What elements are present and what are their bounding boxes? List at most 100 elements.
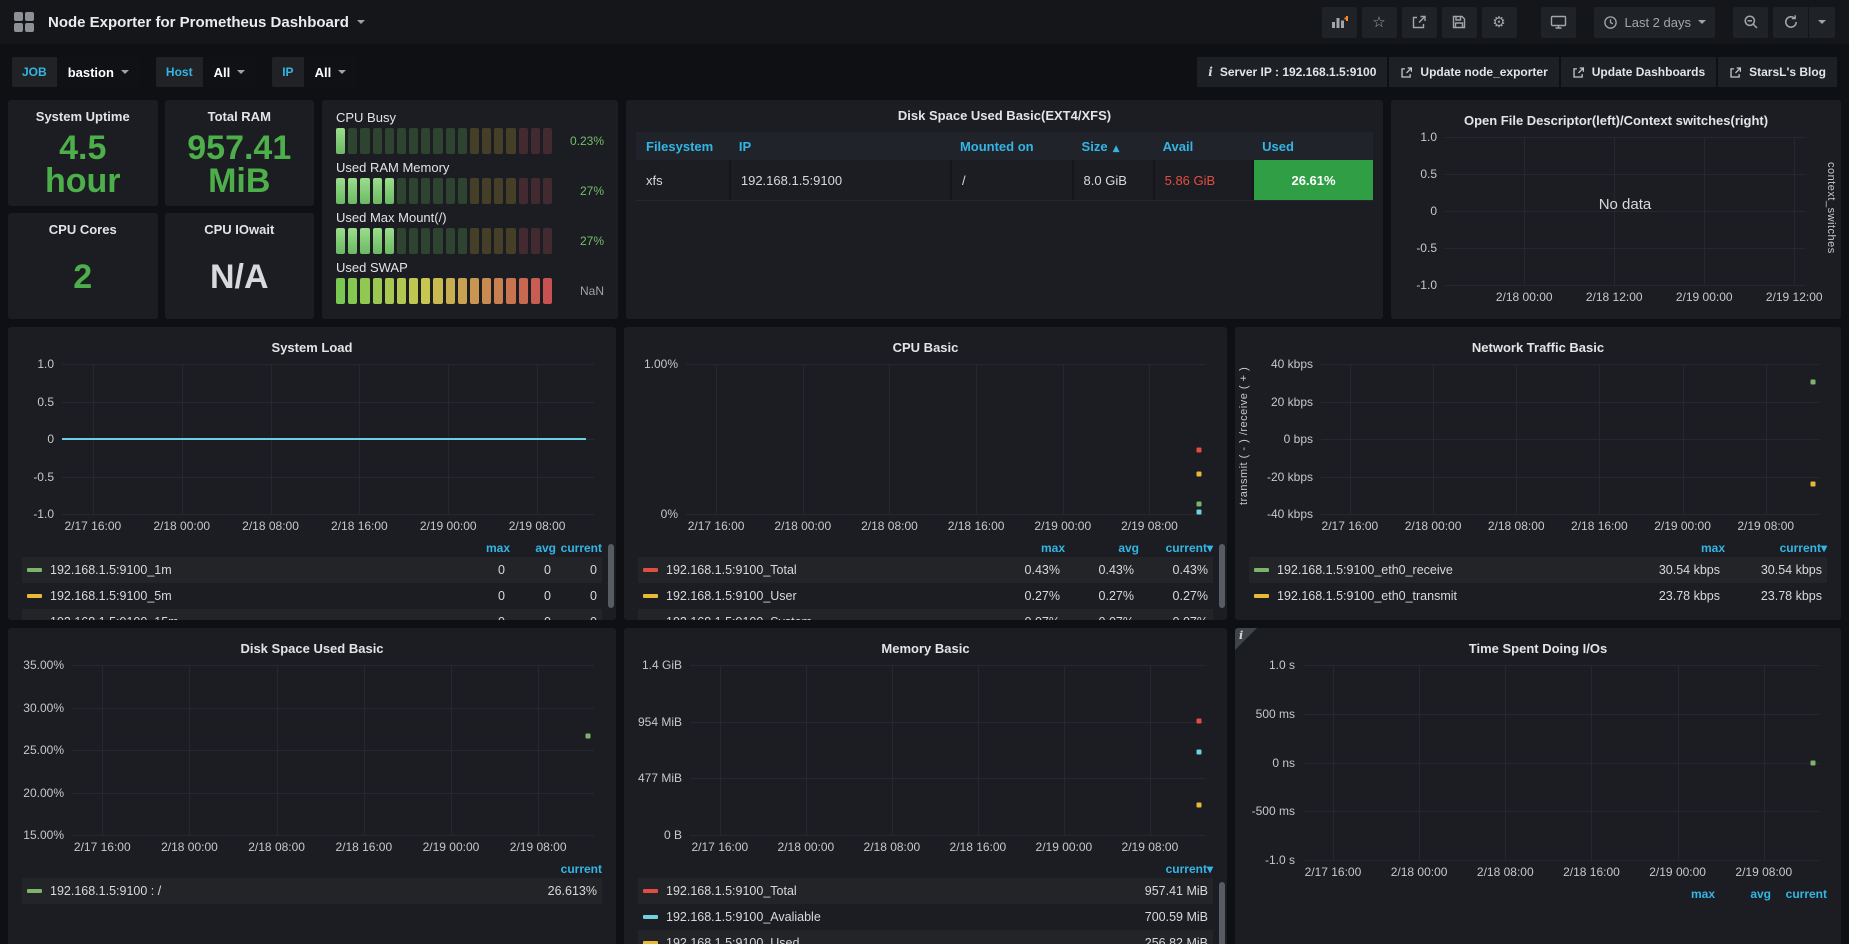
update-dashboards-link[interactable]: Update Dashboards [1560, 57, 1717, 87]
gauge-bar[interactable] [336, 128, 553, 154]
gauge-cell [445, 278, 455, 304]
panel-title[interactable]: System Load [18, 333, 606, 364]
legend-series-label[interactable]: 192.168.1.5:9100_Avaliable [666, 910, 1098, 924]
gridline [1321, 476, 1819, 478]
stat-title[interactable]: CPU Cores [8, 222, 158, 237]
plot-area[interactable] [72, 665, 594, 836]
refresh-button[interactable] [1773, 6, 1808, 38]
legend-sort-max[interactable]: max [991, 541, 1065, 555]
no-data-label: No data [1598, 196, 1652, 214]
legend-sort-max[interactable]: max [1623, 541, 1725, 555]
legend-sort-current[interactable]: current [556, 541, 602, 555]
column-header-mounted-on[interactable]: Mounted on [950, 139, 1072, 154]
legend-sort-max[interactable]: max [464, 541, 510, 555]
filter-job-value[interactable]: bastion [56, 57, 140, 87]
column-header-used[interactable]: Used [1252, 139, 1373, 154]
stat-title[interactable]: CPU IOwait [165, 222, 315, 237]
filter-ip-value[interactable]: All [303, 57, 358, 87]
save-button[interactable] [1441, 6, 1477, 38]
plot-area[interactable]: No data [1445, 137, 1805, 286]
cycle-view-button[interactable] [1540, 6, 1576, 38]
refresh-interval-button[interactable] [1809, 6, 1835, 38]
series-color-swatch[interactable] [27, 568, 42, 572]
legend-sort-avg[interactable]: avg [1065, 541, 1139, 555]
legend-sort-current[interactable]: current▾ [1725, 541, 1827, 555]
server-ip-info[interactable]: i Server IP : 192.168.1.5:9100 [1197, 57, 1388, 87]
x-axis-tick: 2/17 16:00 [691, 840, 749, 854]
panel-title[interactable]: CPU Basic [634, 333, 1217, 364]
plot-area[interactable] [1321, 364, 1819, 515]
series-color-swatch[interactable] [643, 568, 658, 572]
gauge-cell [409, 178, 419, 204]
series-color-swatch[interactable] [643, 889, 658, 893]
series-color-swatch[interactable] [1254, 568, 1269, 572]
legend-sort-current[interactable]: current [492, 862, 602, 876]
column-header-size[interactable]: Size ▲ [1072, 139, 1153, 154]
panel-title[interactable]: Time Spent Doing I/Os [1245, 634, 1831, 665]
star-button[interactable]: ☆ [1361, 6, 1397, 38]
zoom-out-button[interactable] [1733, 6, 1768, 38]
time-range-picker[interactable]: Last 2 days [1593, 6, 1715, 38]
plot-area[interactable] [62, 364, 594, 515]
series-color-swatch[interactable] [643, 594, 658, 598]
legend-series-label[interactable]: 192.168.1.5:9100_eth0_receive [1277, 563, 1618, 577]
plot-area[interactable] [686, 364, 1205, 515]
panel-title[interactable]: Disk Space Used Basic(EXT4/XFS) [626, 100, 1383, 132]
stat-title[interactable]: System Uptime [8, 109, 158, 124]
gridline [276, 665, 278, 835]
gauge-cell [433, 178, 443, 204]
legend-series-label[interactable]: 192.168.1.5:9100_System [666, 615, 986, 620]
gridline [538, 665, 540, 835]
legend-series-label[interactable]: 192.168.1.5:9100_1m [50, 563, 459, 577]
series-color-swatch[interactable] [1254, 594, 1269, 598]
panel-title[interactable]: Open File Descriptor(left)/Context switc… [1401, 106, 1831, 137]
starsl-blog-label: StarsL's Blog [1749, 65, 1826, 79]
legend-series-label[interactable]: 192.168.1.5:9100_15m [50, 615, 459, 620]
dashboard-title[interactable]: Node Exporter for Prometheus Dashboard [48, 14, 349, 31]
legend-sort-avg[interactable]: avg [1715, 887, 1771, 901]
update-node-exporter-link[interactable]: Update node_exporter [1389, 57, 1559, 87]
gauge-cell [360, 228, 370, 254]
panel-info-corner-icon[interactable]: i [1235, 628, 1257, 650]
series-color-swatch[interactable] [643, 915, 658, 919]
legend-sort-avg[interactable]: avg [510, 541, 556, 555]
legend-scrollbar[interactable] [608, 544, 614, 608]
panel-title[interactable]: Network Traffic Basic [1245, 333, 1831, 364]
legend-sort-max[interactable]: max [1659, 887, 1715, 901]
column-header-avail[interactable]: Avail [1153, 139, 1252, 154]
plot-area[interactable] [1303, 665, 1819, 861]
legend-series-label[interactable]: 192.168.1.5:9100_User [666, 589, 986, 603]
legend-scrollbar[interactable] [1219, 882, 1225, 944]
legend-series-label[interactable]: 192.168.1.5:9100_Total [666, 884, 1098, 898]
starsl-blog-link[interactable]: StarsL's Blog [1718, 57, 1837, 87]
legend-series-label[interactable]: 192.168.1.5:9100 : / [50, 884, 487, 898]
panel-title[interactable]: Memory Basic [634, 634, 1217, 665]
gauge-bar[interactable] [336, 228, 553, 254]
stat-title[interactable]: Total RAM [165, 109, 315, 124]
column-header-ip[interactable]: IP [729, 139, 950, 154]
share-button[interactable] [1401, 6, 1437, 38]
series-color-swatch[interactable] [27, 594, 42, 598]
legend-sort-current[interactable]: current▾ [1103, 862, 1213, 876]
legend-series-label[interactable]: 192.168.1.5:9100_eth0_transmit [1277, 589, 1618, 603]
filter-host-value[interactable]: All [202, 57, 257, 87]
gauge-bar[interactable] [336, 178, 553, 204]
gauge-cell [494, 278, 504, 304]
dashboards-logo-icon[interactable] [14, 12, 34, 32]
legend-series-label[interactable]: 192.168.1.5:9100_5m [50, 589, 459, 603]
add-panel-button[interactable] [1321, 6, 1357, 38]
settings-button[interactable]: ⚙ [1481, 6, 1517, 38]
panel-title[interactable]: Disk Space Used Basic [18, 634, 606, 665]
legend-series-label[interactable]: 192.168.1.5:9100_Total [666, 563, 986, 577]
chevron-down-icon[interactable] [356, 20, 365, 24]
legend-sort-current[interactable]: current▾ [1139, 541, 1213, 555]
series-color-swatch[interactable] [27, 889, 42, 893]
gridline [1505, 665, 1507, 860]
column-header-filesystem[interactable]: Filesystem [636, 139, 729, 154]
plot-area[interactable] [690, 665, 1205, 836]
legend-series-label[interactable]: 192.168.1.5:9100_Used [666, 936, 1098, 944]
legend-scrollbar[interactable] [1219, 544, 1225, 608]
gauge-bar[interactable] [336, 278, 553, 304]
legend-value: 0.43% [1024, 563, 1060, 577]
legend-sort-current[interactable]: current [1771, 887, 1827, 901]
